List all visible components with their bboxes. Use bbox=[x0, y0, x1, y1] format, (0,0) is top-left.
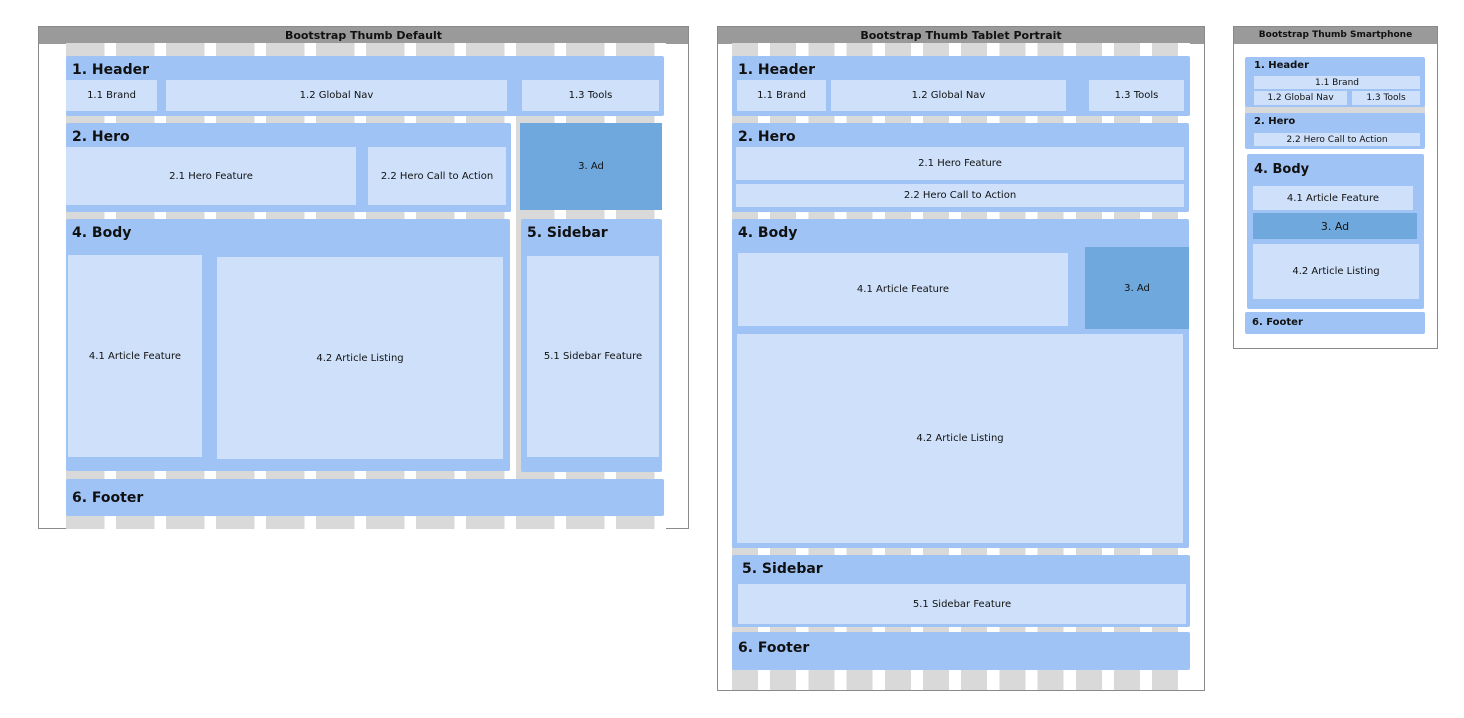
global-nav-box: 1.2 Global Nav bbox=[831, 80, 1066, 111]
section-title: 1. Header bbox=[1254, 60, 1310, 71]
section-title: 1. Header bbox=[738, 62, 816, 78]
ad-box: 3. Ad bbox=[520, 123, 662, 210]
brand-box: 1.1 Brand bbox=[1254, 76, 1420, 89]
section-title: 6. Footer bbox=[738, 640, 810, 656]
section-title: 1. Header bbox=[72, 62, 150, 78]
hero-feature-box: 2.1 Hero Feature bbox=[736, 147, 1184, 180]
ad-box: 3. Ad bbox=[1085, 247, 1189, 329]
section-title: 2. Hero bbox=[1254, 116, 1296, 127]
section-title: 2. Hero bbox=[72, 129, 130, 145]
article-listing-box: 4.2 Article Listing bbox=[737, 334, 1183, 543]
article-listing-box: 4.2 Article Listing bbox=[1253, 244, 1419, 299]
article-feature-box: 4.1 Article Feature bbox=[1253, 186, 1413, 210]
tools-box: 1.3 Tools bbox=[522, 80, 659, 111]
hero-cta-box: 2.2 Hero Call to Action bbox=[368, 147, 506, 205]
ad-box: 3. Ad bbox=[1253, 213, 1417, 239]
tools-box: 1.3 Tools bbox=[1352, 91, 1420, 105]
hero-cta-box: 2.2 Hero Call to Action bbox=[736, 184, 1184, 207]
article-feature-box: 4.1 Article Feature bbox=[738, 253, 1068, 326]
brand-box: 1.1 Brand bbox=[737, 80, 826, 111]
global-nav-box: 1.2 Global Nav bbox=[1254, 91, 1347, 105]
brand-box: 1.1 Brand bbox=[66, 80, 157, 111]
sidebar-feature-box: 5.1 Sidebar Feature bbox=[527, 256, 659, 457]
article-listing-box: 4.2 Article Listing bbox=[217, 257, 503, 459]
footer-section: 6. Footer bbox=[732, 632, 1190, 670]
frame-title: Bootstrap Thumb Tablet Portrait bbox=[718, 27, 1204, 44]
frame-title: Bootstrap Thumb Smartphone bbox=[1234, 27, 1437, 44]
section-title: 2. Hero bbox=[738, 129, 796, 145]
article-feature-box: 4.1 Article Feature bbox=[68, 255, 202, 457]
frame-title: Bootstrap Thumb Default bbox=[39, 27, 688, 44]
section-title: 5. Sidebar bbox=[527, 225, 608, 241]
hero-feature-box: 2.1 Hero Feature bbox=[66, 147, 356, 205]
section-title: 4. Body bbox=[738, 225, 798, 241]
footer-section: 6. Footer bbox=[1245, 312, 1425, 334]
section-title: 4. Body bbox=[72, 225, 132, 241]
tools-box: 1.3 Tools bbox=[1089, 80, 1184, 111]
section-title: 6. Footer bbox=[1252, 317, 1303, 328]
section-title: 6. Footer bbox=[72, 490, 144, 506]
section-title: 4. Body bbox=[1254, 162, 1310, 177]
hero-cta-box: 2.2 Hero Call to Action bbox=[1254, 133, 1420, 146]
global-nav-box: 1.2 Global Nav bbox=[166, 80, 507, 111]
footer-section: 6. Footer bbox=[66, 479, 664, 516]
section-title: 5. Sidebar bbox=[742, 561, 823, 577]
sidebar-feature-box: 5.1 Sidebar Feature bbox=[738, 584, 1186, 624]
